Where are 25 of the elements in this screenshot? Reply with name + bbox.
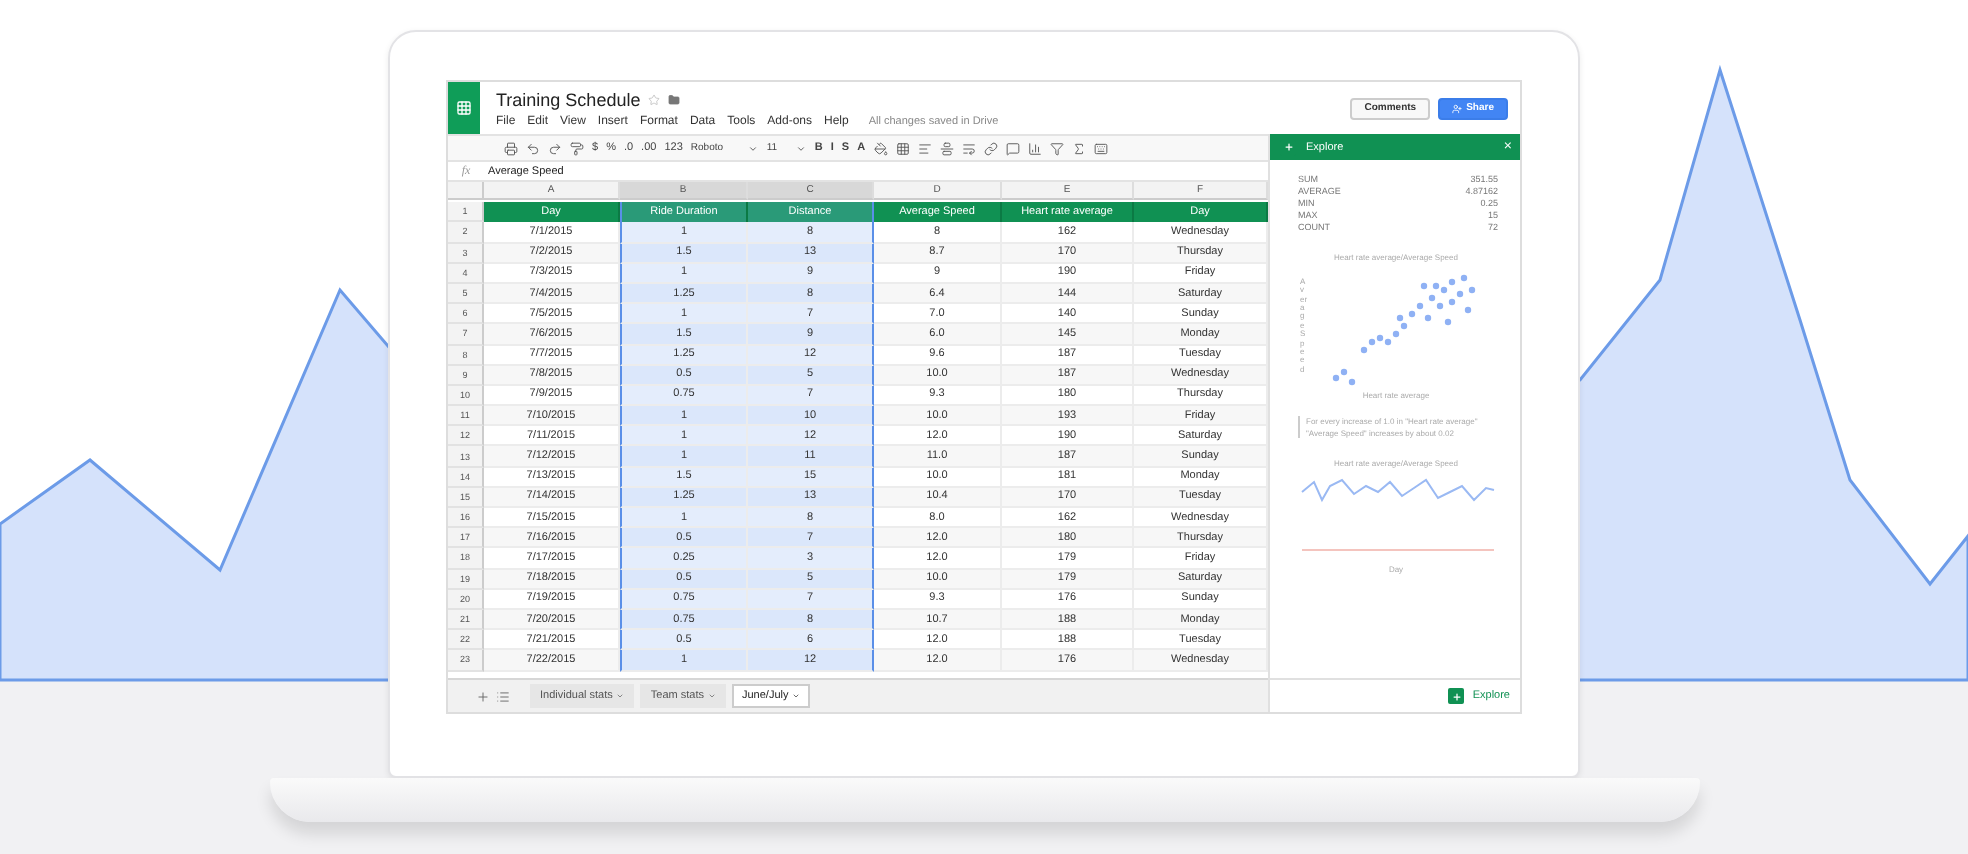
document-title[interactable]: Training Schedule xyxy=(496,89,641,109)
paint-format-icon[interactable] xyxy=(570,141,584,155)
redo-icon[interactable] xyxy=(548,141,562,155)
borders-icon[interactable] xyxy=(895,141,910,155)
filter-icon[interactable] xyxy=(1049,141,1064,155)
explore-icon xyxy=(1448,688,1465,704)
person-add-icon xyxy=(1452,103,1463,113)
folder-icon[interactable] xyxy=(668,93,681,105)
undo-icon[interactable] xyxy=(526,141,540,155)
caret-icon xyxy=(796,143,807,153)
caret-icon xyxy=(748,143,759,153)
sheet-list-icon[interactable] xyxy=(496,689,510,703)
star-icon[interactable] xyxy=(648,93,661,105)
wrap-icon[interactable] xyxy=(961,141,976,155)
spreadsheet-logo-icon[interactable] xyxy=(448,82,480,134)
sigma-icon[interactable] xyxy=(1071,141,1086,155)
comment-icon[interactable] xyxy=(1005,141,1020,155)
link-icon[interactable] xyxy=(983,141,998,155)
align-icon[interactable] xyxy=(917,141,932,155)
fill-color-icon[interactable] xyxy=(873,141,888,155)
keyboard-icon[interactable] xyxy=(1093,141,1108,155)
vertical-align-icon[interactable] xyxy=(939,141,954,155)
chart-icon[interactable] xyxy=(1027,141,1042,155)
explore-icon xyxy=(1280,139,1296,155)
print-icon[interactable] xyxy=(504,141,518,155)
